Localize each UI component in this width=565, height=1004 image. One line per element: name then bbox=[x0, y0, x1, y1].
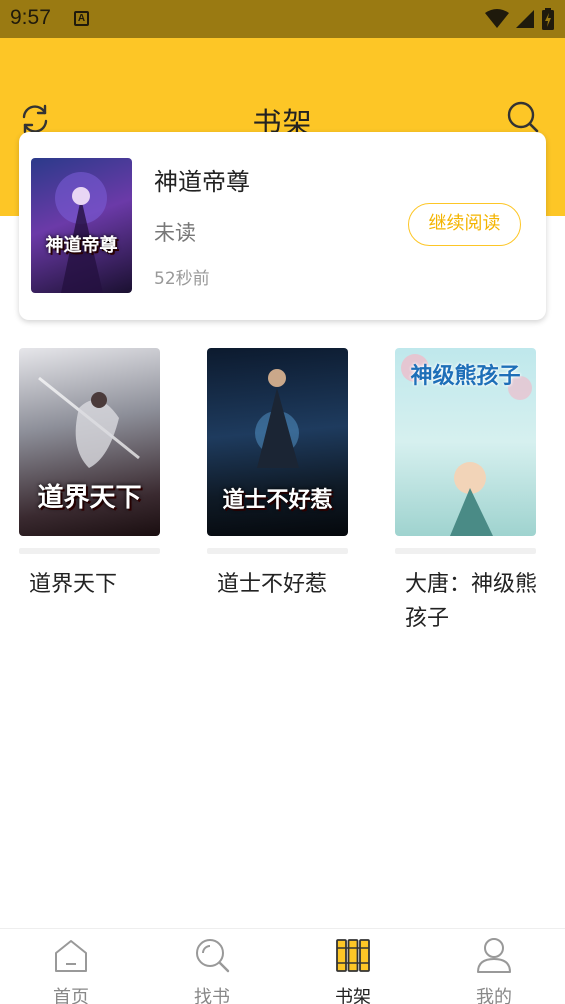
bookshelf-item[interactable]: 神级熊孩子 大唐：神级熊孩子 bbox=[395, 348, 537, 636]
nav-home[interactable]: 首页 bbox=[21, 935, 121, 1004]
read-status: 未读 bbox=[154, 221, 196, 245]
search-icon[interactable] bbox=[506, 100, 540, 134]
book-cover[interactable]: 道界天下 bbox=[19, 348, 160, 536]
cover-title: 神级熊孩子 bbox=[410, 363, 521, 389]
battery-icon bbox=[542, 8, 554, 30]
book-title: 大唐：神级熊孩子 bbox=[405, 572, 538, 631]
recent-book-title: 神道帝尊 bbox=[154, 168, 250, 196]
bottom-nav: 首页 找书 书架 我的 bbox=[0, 928, 565, 1004]
bookshelf-item[interactable]: 道界天下 道界天下 bbox=[19, 348, 161, 602]
nav-find-books[interactable]: 找书 bbox=[162, 935, 262, 1004]
book-cover[interactable]: 神道帝尊 bbox=[31, 158, 132, 293]
search-icon bbox=[196, 939, 230, 973]
sim-icon: A bbox=[74, 11, 89, 26]
continue-reading-button[interactable]: 继续阅读 bbox=[408, 203, 521, 246]
cover-title: 道界天下 bbox=[37, 483, 142, 513]
reading-progress-bar bbox=[395, 548, 536, 554]
home-icon bbox=[55, 940, 87, 972]
book-title: 道界天下 bbox=[29, 572, 118, 597]
status-bar: 9:57 A bbox=[0, 0, 565, 38]
status-icons bbox=[485, 8, 555, 30]
nav-bookshelf[interactable]: 书架 bbox=[303, 935, 403, 1004]
cover-title: 道士不好惹 bbox=[222, 487, 333, 513]
nav-label: 书架 bbox=[335, 987, 371, 1004]
nav-label: 我的 bbox=[476, 987, 512, 1004]
signal-icon bbox=[516, 10, 534, 28]
bookshelf-icon bbox=[336, 939, 370, 972]
nav-profile[interactable]: 我的 bbox=[444, 935, 544, 1004]
profile-icon bbox=[477, 938, 511, 973]
nav-label: 找书 bbox=[194, 987, 230, 1004]
cover-title: 神道帝尊 bbox=[45, 235, 118, 256]
book-cover[interactable]: 神级熊孩子 bbox=[395, 348, 536, 536]
reading-progress-bar bbox=[19, 548, 160, 554]
recent-book-card[interactable]: 神道帝尊 神道帝尊 未读 52秒前 继续阅读 bbox=[19, 132, 546, 320]
last-read-time: 52秒前 bbox=[154, 269, 210, 289]
wifi-icon bbox=[485, 9, 509, 28]
book-cover[interactable]: 道士不好惹 bbox=[207, 348, 348, 536]
nav-label: 首页 bbox=[53, 987, 89, 1004]
reading-progress-bar bbox=[207, 548, 348, 554]
bookshelf-screen: 9:57 A 书架 神道帝尊 神道帝尊 未读 52秒前 继续阅读 道界天下 道界… bbox=[0, 0, 565, 1004]
status-time: 9:57 bbox=[10, 6, 51, 29]
book-title: 道士不好惹 bbox=[217, 572, 328, 597]
bookshelf-item[interactable]: 道士不好惹 道士不好惹 bbox=[207, 348, 349, 602]
cover-art bbox=[55, 172, 107, 293]
